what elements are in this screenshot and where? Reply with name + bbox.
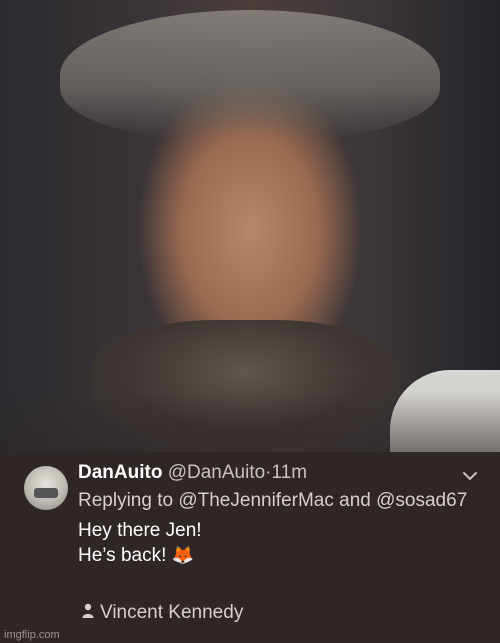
- tweet-text-line: Hey there Jen!: [78, 520, 202, 541]
- tweet-text: He’s back!: [78, 545, 167, 566]
- timestamp[interactable]: 11m: [272, 462, 308, 483]
- watermark: imgflip.com: [4, 629, 60, 641]
- fox-emoji: 🦊: [171, 545, 195, 565]
- reply-context: Replying to @TheJenniferMac and @sosad67: [78, 490, 467, 512]
- person-icon: [82, 603, 94, 618]
- photo-fade: [0, 392, 500, 452]
- photo-credit: Vincent Kennedy: [82, 602, 243, 624]
- tweet-text-line: He’s back! 🦊: [78, 545, 194, 567]
- photo-hair-region: [60, 10, 440, 140]
- user-handle[interactable]: @DanAuito: [168, 462, 265, 483]
- avatar[interactable]: [24, 466, 68, 510]
- reply-user-link[interactable]: @sosad67: [376, 490, 467, 511]
- reply-prefix: Replying to: [78, 490, 179, 511]
- display-name[interactable]: DanAuito: [78, 462, 162, 483]
- reply-and: and: [333, 490, 377, 511]
- photo-credit-name: Vincent Kennedy: [100, 602, 244, 623]
- chevron-down-icon[interactable]: [462, 470, 478, 482]
- tweet-photo[interactable]: [0, 0, 500, 452]
- tweet-header: DanAuito @DanAuito·11m: [78, 462, 480, 484]
- tweet-card: DanAuito @DanAuito·11m Replying to @TheJ…: [0, 452, 500, 643]
- reply-user-link[interactable]: @TheJenniferMac: [178, 490, 334, 511]
